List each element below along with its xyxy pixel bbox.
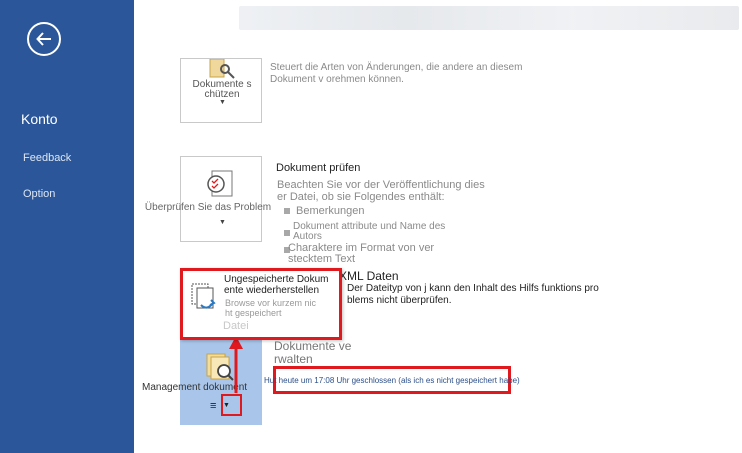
chevron-down-icon: ▼ <box>219 99 226 106</box>
lock-key-icon <box>209 59 235 79</box>
back-arrow-icon <box>36 32 51 46</box>
sidebar-item-konto[interactable]: Konto <box>21 111 58 127</box>
list-icon: ≡ <box>210 400 217 412</box>
back-button[interactable] <box>27 22 61 56</box>
inspect-bullet-3: Charaktere im Format von ver stecktem Te… <box>288 242 435 265</box>
manage-title: Dokumente ve rwalten <box>274 340 351 366</box>
bullet-marker <box>284 208 290 214</box>
checklist-icon <box>207 170 233 197</box>
inspect-title: Dokument prüfen <box>276 162 361 174</box>
autosave-version-link[interactable]: Hut heute um 17:08 Uhr geschlossen (als … <box>264 376 520 385</box>
annotation-highlight-dropdown <box>221 394 242 416</box>
info-pane: Dokumente s chützen ▼ Steuert die Arten … <box>134 0 742 453</box>
inspect-bullet-2: Dokument attribute und Name des Autors <box>293 221 446 242</box>
annotation-arrow <box>229 336 243 393</box>
xml-description: Der Dateityp von j kann den Inhalt des H… <box>347 283 599 306</box>
inspect-intro: Beachten Sie vor der Veröffentlichung di… <box>277 179 485 203</box>
manage-title-line-2: rwalten <box>274 352 313 366</box>
recover-desc-line-2: ht gespeichert <box>225 308 282 318</box>
blurred-path-bar <box>239 6 739 30</box>
annotation-highlight-note: Hut heute um 17:08 Uhr geschlossen (als … <box>264 366 520 394</box>
inspect-bullet-1: Bemerkungen <box>296 205 365 217</box>
sidebar-item-option[interactable]: Option <box>23 188 55 200</box>
backstage-sidebar: Konto Feedback Option <box>0 0 134 453</box>
protect-description: Steuert die Arten von Änderungen, die an… <box>270 62 523 85</box>
recover-title: Ungespeicherte Dokum ente wiederherstell… <box>224 274 329 296</box>
recover-title-line-1: Ungespeicherte Dokum <box>224 274 329 285</box>
recover-unsaved-documents-item[interactable]: Ungespeicherte Dokum ente wiederherstell… <box>180 268 342 340</box>
faded-label: Datei <box>223 320 249 332</box>
xml-title: XML Daten <box>339 269 399 283</box>
sidebar-item-feedback[interactable]: Feedback <box>23 152 71 164</box>
protect-document-button[interactable]: Dokumente s chützen ▼ <box>180 58 262 123</box>
bullet-marker <box>284 230 290 236</box>
recover-description: Browse vor kurzem nic ht gespeichert <box>225 298 316 318</box>
recover-document-icon <box>191 283 216 309</box>
inspect-document-button[interactable]: ▼ <box>180 156 262 242</box>
recover-desc-line-1: Browse vor kurzem nic <box>225 298 317 308</box>
inspect-tile-label: Überprüfen Sie das Problem <box>144 202 272 213</box>
chevron-down-icon: ▼ <box>219 219 226 226</box>
recover-title-line-2: ente wiederherstellen <box>224 285 320 296</box>
